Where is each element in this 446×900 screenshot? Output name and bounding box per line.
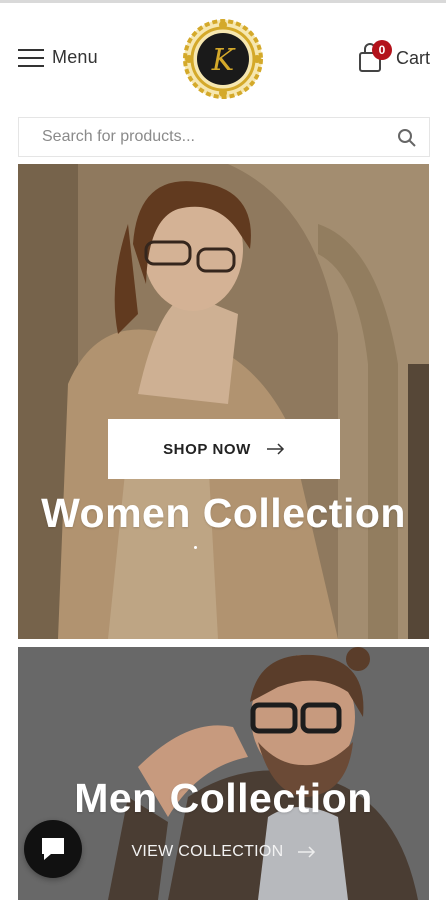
arrow-right-icon bbox=[266, 443, 284, 455]
cart-button[interactable]: 0 Cart bbox=[358, 40, 430, 73]
shop-now-label: SHOP NOW bbox=[163, 440, 251, 458]
men-collection-title: Men Collection bbox=[74, 775, 373, 821]
site-logo[interactable]: K bbox=[182, 18, 264, 100]
shop-now-button[interactable]: SHOP NOW bbox=[108, 419, 340, 479]
cart-count-badge: 0 bbox=[371, 40, 392, 60]
menu-button[interactable]: Menu bbox=[18, 47, 98, 68]
cart-label: Cart bbox=[395, 47, 430, 68]
chat-button[interactable] bbox=[24, 820, 82, 878]
view-collection-label: VIEW COLLECTION bbox=[131, 843, 284, 860]
arrow-right-icon bbox=[297, 846, 315, 858]
search-bar bbox=[18, 117, 430, 157]
search-input[interactable] bbox=[19, 118, 379, 156]
cart-icon-wrapper: 0 bbox=[358, 40, 392, 73]
menu-label: Menu bbox=[52, 47, 98, 67]
hamburger-icon bbox=[18, 48, 44, 67]
chat-bubble-icon bbox=[42, 838, 64, 860]
men-collection-banner[interactable]: Men Collection VIEW COLLECTION bbox=[18, 647, 429, 900]
site-header: Menu K 0 Cart bbox=[0, 3, 446, 113]
women-collection-banner[interactable]: Women Collection SHOP NOW bbox=[18, 164, 429, 639]
search-icon[interactable] bbox=[397, 128, 417, 148]
logo-monogram: K bbox=[211, 43, 236, 78]
men-banner-image bbox=[18, 647, 429, 900]
decorative-dot bbox=[194, 546, 197, 549]
women-banner-image bbox=[18, 164, 429, 639]
women-collection-title: Women Collection bbox=[41, 490, 406, 536]
